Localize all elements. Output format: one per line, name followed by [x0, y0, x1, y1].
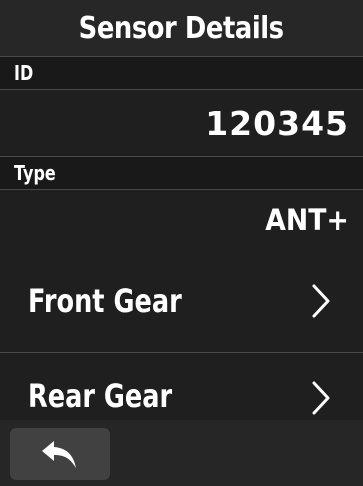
rear-gear-label: Rear Gear [28, 376, 173, 415]
front-gear-row[interactable]: Front Gear [0, 250, 363, 352]
id-value: 120345 [205, 103, 349, 143]
id-value-row: 120345 [0, 90, 363, 156]
rear-gear-row[interactable]: Rear Gear [0, 353, 363, 420]
page-title: Sensor Details [79, 10, 284, 46]
type-value-row: ANT+ [0, 190, 363, 250]
bottom-toolbar [0, 420, 363, 486]
title-bar: Sensor Details [0, 0, 363, 56]
sensor-details-screen: Sensor Details ID 120345 Type ANT+ Front… [0, 0, 363, 486]
front-gear-label: Front Gear [28, 282, 182, 320]
back-button[interactable] [10, 428, 110, 480]
chevron-right-icon [312, 284, 330, 318]
type-label: Type [14, 161, 56, 185]
id-label-band: ID [0, 57, 363, 89]
back-arrow-icon [42, 441, 76, 468]
type-value: ANT+ [265, 203, 349, 237]
chevron-right-icon [312, 381, 330, 414]
id-label: ID [14, 61, 34, 85]
type-label-band: Type [0, 157, 363, 189]
